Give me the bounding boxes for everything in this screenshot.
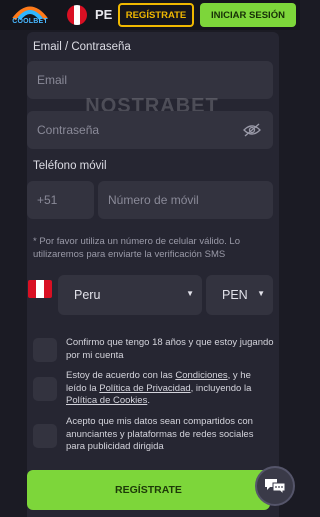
caret-down-icon: ▼	[257, 289, 265, 298]
terms-consent-text: Estoy de acuerdo con las Condiciones, y …	[66, 370, 274, 408]
coolbet-logo[interactable]: COOLBET	[10, 2, 50, 30]
register-button[interactable]: REGÍSTRATE	[118, 3, 194, 27]
submit-register-button[interactable]: REGÍSTRATE	[27, 470, 270, 510]
country-select-value: Peru	[74, 288, 101, 302]
phone-note: * Por favor utiliza un número de celular…	[33, 236, 241, 260]
logo-text: COOLBET	[12, 18, 48, 25]
phone-label: Teléfono móvil	[33, 160, 107, 172]
country-select[interactable]: Peru ▼	[58, 275, 202, 315]
phone-number-input[interactable]: Número de móvil	[98, 181, 273, 219]
age-checkbox[interactable]	[33, 338, 57, 362]
marketing-consent-text: Acepto que mis datos sean compartidos co…	[66, 416, 254, 452]
chat-bubble-icon	[265, 479, 286, 496]
currency-select[interactable]: PEN ▼	[206, 275, 273, 315]
cookies-mid: , incluyendo la	[190, 382, 252, 394]
terms-prefix: Estoy de acuerdo con las	[66, 370, 176, 381]
terms-end: .	[147, 395, 150, 406]
country-code[interactable]: PE	[95, 7, 112, 22]
peru-flag-icon	[28, 280, 52, 298]
chat-button[interactable]	[255, 466, 295, 506]
email-input[interactable]: Email	[27, 61, 273, 99]
password-input[interactable]: Contraseña	[27, 111, 273, 149]
phone-prefix[interactable]: +51	[27, 181, 94, 219]
privacy-policy-link[interactable]: Política de Privacidad	[99, 383, 190, 394]
age-consent-text: Confirmo que tengo 18 años y que estoy j…	[66, 337, 274, 361]
peru-flag-icon[interactable]	[67, 5, 87, 25]
eye-slash-icon[interactable]	[243, 123, 261, 137]
password-placeholder: Contraseña	[37, 123, 100, 137]
terms-checkbox[interactable]	[33, 377, 57, 401]
login-button[interactable]: INICIAR SESIÓN	[200, 3, 296, 27]
top-navbar: COOLBET PE REGÍSTRATE INICIAR SESIÓN	[0, 0, 300, 30]
terms-link[interactable]: Condiciones	[175, 370, 227, 381]
credentials-label: Email / Contraseña	[33, 41, 131, 53]
caret-down-icon: ▼	[186, 289, 194, 298]
marketing-checkbox[interactable]	[33, 424, 57, 448]
currency-select-value: PEN	[222, 288, 248, 302]
cookies-policy-link[interactable]: Política de Cookies	[66, 395, 147, 406]
